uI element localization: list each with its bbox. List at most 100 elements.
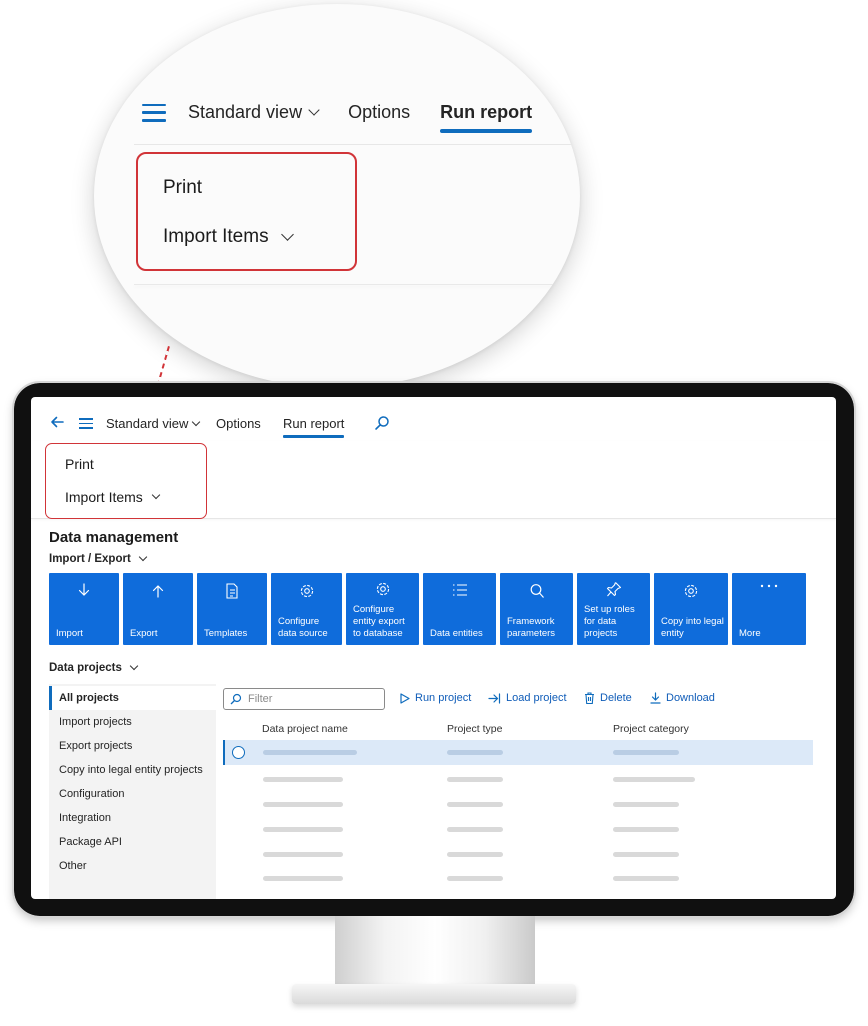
list-icon — [452, 584, 467, 596]
tile-more[interactable]: More — [732, 573, 806, 645]
chevron-down-icon — [192, 417, 201, 426]
import-items-button[interactable]: Import Items — [65, 489, 161, 505]
upload-icon — [152, 585, 164, 598]
zoom-print-button[interactable]: Print — [163, 177, 202, 199]
play-icon — [400, 692, 410, 704]
tile-label: Configure entity export to database — [353, 604, 405, 639]
project-filter-list: All projects Import projects Export proj… — [49, 684, 216, 899]
tab-options[interactable]: Options — [216, 416, 261, 431]
column-header-category[interactable]: Project category — [613, 723, 689, 735]
zoom-import-items-button[interactable]: Import Items — [163, 226, 294, 248]
placeholder-bar — [613, 750, 679, 755]
tile-set-up-roles[interactable]: Set up roles for data projects — [577, 573, 650, 645]
monitor-stand-base — [292, 984, 576, 1004]
import-export-section-toggle[interactable]: Import / Export — [49, 552, 148, 565]
placeholder-bar — [613, 802, 679, 807]
print-label: Print — [65, 456, 94, 472]
tile-configure-entity-export[interactable]: Configure entity export to database — [346, 573, 419, 645]
chevron-down-icon — [138, 552, 148, 562]
delete-button[interactable]: Delete — [584, 692, 632, 704]
zoom-callout: Standard view Options Run report Print I… — [94, 4, 580, 388]
row-select-radio[interactable] — [232, 746, 245, 759]
placeholder-bar — [447, 852, 503, 857]
zoom-tab-run-report[interactable]: Run report — [440, 102, 533, 133]
filter-box[interactable] — [223, 688, 385, 710]
monitor-stand-neck — [335, 916, 535, 988]
print-button[interactable]: Print — [65, 456, 94, 472]
tile-label: Framework parameters — [507, 616, 556, 639]
tile-export[interactable]: Export — [123, 573, 193, 645]
hamburger-menu-icon[interactable] — [79, 418, 93, 429]
zoom-nav-bar: Standard view Options Run report — [142, 102, 562, 133]
zoom-print-label: Print — [163, 177, 203, 198]
filter-search-icon — [230, 693, 242, 705]
chevron-down-icon — [280, 228, 294, 241]
tile-label: Set up roles for data projects — [584, 604, 635, 639]
zoom-standard-view-label: Standard view — [188, 102, 303, 122]
list-item-configuration[interactable]: Configuration — [59, 788, 124, 800]
trash-icon — [585, 692, 594, 704]
list-item-export-projects[interactable]: Export projects — [59, 740, 132, 752]
tile-import[interactable]: Import — [49, 573, 119, 645]
hamburger-menu-icon[interactable] — [142, 103, 166, 122]
column-header-name[interactable]: Data project name — [262, 723, 348, 735]
run-project-button[interactable]: Run project — [399, 692, 471, 704]
selected-row-indicator — [223, 740, 225, 765]
list-item-integration[interactable]: Integration — [59, 812, 111, 824]
list-item-package-api[interactable]: Package API — [59, 836, 122, 848]
placeholder-bar — [263, 750, 357, 755]
pin-icon — [606, 582, 621, 597]
standard-view-label: Standard view — [106, 416, 189, 431]
data-projects-section-toggle[interactable]: Data projects — [49, 661, 139, 674]
search-icon[interactable] — [374, 415, 390, 431]
run-report-label: Run report — [283, 416, 345, 431]
page-title: Data management — [49, 529, 179, 546]
divider — [134, 144, 580, 145]
placeholder-bar — [263, 802, 343, 807]
tile-label: Export — [130, 628, 158, 639]
app-nav-bar: Standard view Options Run report — [31, 397, 836, 447]
placeholder-bar — [263, 876, 343, 881]
list-item-all-projects[interactable]: All projects — [59, 692, 119, 704]
standard-view-dropdown[interactable]: Standard view — [106, 416, 201, 431]
load-project-label: Load project — [506, 692, 567, 704]
list-item-import-projects[interactable]: Import projects — [59, 716, 132, 728]
document-icon — [226, 583, 238, 599]
placeholder-bar — [613, 777, 695, 782]
import-items-label: Import Items — [65, 489, 143, 505]
gear-icon — [300, 584, 313, 598]
zoom-standard-view-dropdown[interactable]: Standard view — [188, 102, 320, 123]
download-icon — [650, 692, 661, 704]
zoom-import-items-label: Import Items — [163, 226, 269, 247]
import-export-label: Import / Export — [49, 553, 131, 565]
zoom-highlight-box — [136, 152, 357, 271]
zoom-tab-options[interactable]: Options — [348, 102, 410, 123]
tile-framework-parameters[interactable]: Framework parameters — [500, 573, 573, 645]
list-item-other[interactable]: Other — [59, 860, 87, 872]
load-project-button[interactable]: Load project — [488, 692, 567, 704]
tile-data-entities[interactable]: Data entities — [423, 573, 496, 645]
tile-configure-data-source[interactable]: Configure data source — [271, 573, 342, 645]
zoom-run-report-label: Run report — [440, 102, 533, 122]
options-label: Options — [216, 416, 261, 431]
tile-copy-into-legal-entity[interactable]: Copy into legal entity — [654, 573, 728, 645]
column-header-type[interactable]: Project type — [447, 723, 502, 735]
highlight-box — [45, 443, 207, 519]
tile-label: Configure data source — [278, 616, 328, 639]
placeholder-bar — [263, 852, 343, 857]
tile-templates[interactable]: Templates — [197, 573, 267, 645]
more-icon — [760, 584, 778, 588]
chevron-down-icon — [129, 661, 139, 671]
filter-input[interactable] — [248, 692, 378, 706]
back-arrow-icon[interactable] — [49, 414, 65, 430]
placeholder-bar — [447, 750, 503, 755]
load-icon — [488, 692, 501, 704]
tile-label: Import — [56, 628, 83, 639]
app-screen: Standard view Options Run report Print I… — [31, 397, 836, 899]
tab-run-report[interactable]: Run report — [283, 416, 345, 438]
list-item-copy-into-legal-entity[interactable]: Copy into legal entity projects — [59, 764, 203, 776]
gear-icon — [376, 582, 389, 596]
placeholder-bar — [447, 802, 503, 807]
data-projects-label: Data projects — [49, 662, 122, 674]
download-button[interactable]: Download — [650, 692, 715, 704]
